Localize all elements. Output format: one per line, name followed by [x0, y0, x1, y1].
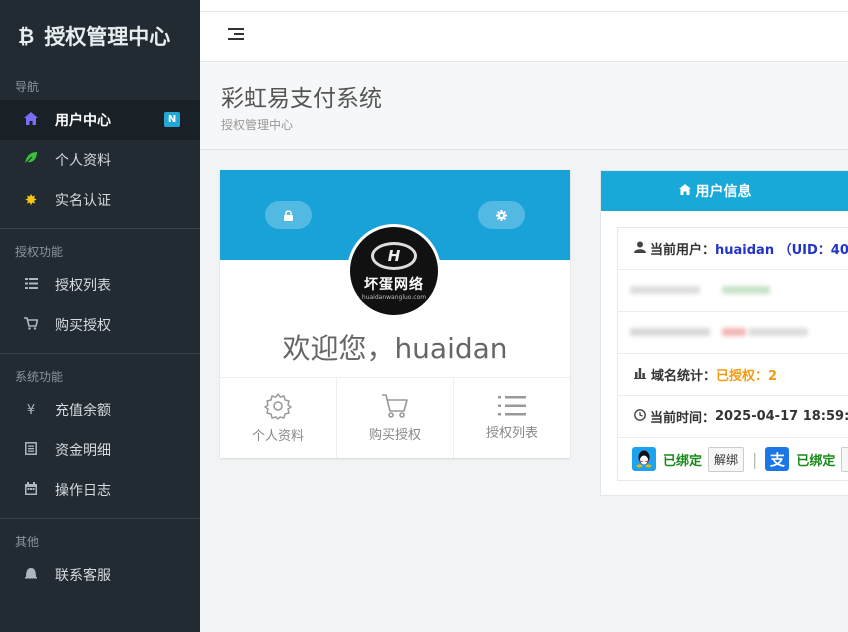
sidebar: ₿ 授权管理中心 导航 用户中心 N 个人资料 ✸ 实名认证 授权功能 授权列表…: [0, 0, 200, 632]
leaf-icon: [22, 151, 40, 169]
cart-outline-icon: [382, 394, 408, 418]
sidebar-item-label: 个人资料: [55, 153, 111, 169]
buy-action-button[interactable]: 购买授权: [337, 378, 454, 458]
sidebar-item-label: 操作日志: [55, 483, 111, 499]
section-title-other: 其他: [15, 534, 40, 549]
ledger-icon: [22, 441, 40, 459]
list-action-label: 授权列表: [485, 426, 538, 441]
sidebar-item-support[interactable]: 联系客服: [0, 555, 200, 595]
redacted-text: [722, 328, 746, 336]
redacted-row: [618, 312, 848, 354]
user-info-header: 用户信息: [601, 171, 848, 211]
qq-bound-status: 已绑定: [663, 453, 703, 469]
sidebar-item-buy-auth[interactable]: 购买授权: [0, 305, 200, 345]
list-action-button[interactable]: 授权列表: [454, 378, 570, 458]
sidebar-item-auth-list[interactable]: 授权列表: [0, 265, 200, 305]
sidebar-item-funds[interactable]: 资金明细: [0, 430, 200, 470]
list-icon: [22, 277, 40, 293]
qq-unbind-button[interactable]: 解绑: [708, 446, 745, 472]
brand-title: 授权管理中心: [44, 25, 171, 49]
buy-action-label: 购买授权: [368, 428, 421, 443]
current-time-label: 当前时间：: [650, 411, 716, 426]
new-badge: N: [164, 112, 180, 127]
bar-chart-icon: [634, 367, 647, 382]
divider: [0, 518, 200, 519]
current-user-value: huaidan （UID：4050: [715, 243, 848, 258]
profile-action-button[interactable]: 个人资料: [220, 378, 337, 458]
profile-action-label: 个人资料: [251, 429, 304, 444]
sun-icon: ✸: [24, 191, 38, 209]
page-header: 彩虹易支付系统 授权管理中心: [200, 62, 848, 150]
avatar-logo-text: 坏蛋网络: [364, 276, 424, 293]
sidebar-item-label: 购买授权: [55, 318, 111, 334]
home-icon: [22, 111, 40, 129]
domain-stats-label: 域名统计：: [651, 369, 717, 384]
logo-mark-icon: H: [371, 241, 417, 270]
sidebar-item-logs[interactable]: 操作日志: [0, 470, 200, 510]
avatar-logo-sub: huaidanwangluo.com: [361, 293, 427, 301]
top-header: [200, 12, 848, 62]
qq-icon: [632, 447, 656, 471]
avatar: H 坏蛋网络 huaidanwangluo.com: [347, 224, 441, 318]
lock-button[interactable]: [265, 201, 312, 229]
gear-icon: [496, 209, 507, 221]
domain-stats-row: 域名统计： 已授权：2: [618, 354, 848, 396]
profile-card: H 坏蛋网络 huaidanwangluo.com 欢迎您，huaidan 个人…: [220, 170, 570, 458]
sidebar-item-user-center[interactable]: 用户中心 N: [0, 100, 200, 140]
current-time-row: 当前时间： 2025-04-17 18:59:52: [618, 396, 848, 438]
domain-stats-value: 已授权：2: [716, 369, 778, 384]
list-outline-icon: [498, 396, 526, 416]
sidebar-item-label: 资金明细: [55, 443, 111, 459]
section-title-auth: 授权功能: [15, 244, 64, 259]
separator: |: [752, 449, 758, 469]
sidebar-item-profile[interactable]: 个人资料: [0, 140, 200, 180]
user-info-title: 用户信息: [695, 184, 752, 200]
sidebar-item-recharge[interactable]: ¥ 充值余额: [0, 390, 200, 430]
user-info-list: 当前用户： huaidan （UID：4050 域名统计： 已授权：2 当前时间…: [617, 227, 848, 481]
alipay-unbind-button[interactable]: 解: [841, 446, 848, 472]
brand[interactable]: ₿ 授权管理中心: [0, 0, 200, 72]
redacted-text: [630, 328, 710, 336]
gear-outline-icon: [264, 393, 292, 420]
yen-icon: ¥: [26, 402, 36, 418]
sidebar-item-label: 用户中心: [55, 113, 111, 129]
redacted-text: [722, 286, 770, 294]
page-title: 彩虹易支付系统: [221, 86, 382, 112]
calendar-icon: [22, 481, 40, 499]
current-user-label: 当前用户：: [650, 243, 716, 258]
profile-actions: 个人资料 购买授权 授权列表: [220, 377, 570, 458]
user-info-panel: 用户信息 当前用户： huaidan （UID：4050 域名统计： 已授权：2: [600, 170, 848, 496]
clock-icon: [634, 409, 646, 424]
current-user-row: 当前用户： huaidan （UID：4050: [618, 228, 848, 270]
sidebar-item-label: 授权列表: [55, 278, 111, 294]
section-title-system: 系统功能: [15, 369, 64, 384]
redacted-text: [630, 286, 700, 294]
sidebar-item-label: 充值余额: [55, 403, 111, 419]
bell-icon: [22, 567, 40, 584]
bitcoin-icon: ₿: [18, 23, 35, 48]
redacted-row: [618, 270, 848, 312]
cart-icon: [22, 316, 40, 334]
divider: [0, 228, 200, 229]
redacted-text: [748, 328, 808, 336]
binding-row: 已绑定 解绑 | 支 已绑定 解: [618, 438, 848, 480]
settings-button[interactable]: [478, 201, 525, 229]
sidebar-item-label: 联系客服: [55, 568, 111, 584]
divider: [0, 353, 200, 354]
sidebar-item-label: 实名认证: [55, 193, 111, 209]
welcome-text: 欢迎您，huaidan: [282, 332, 508, 365]
section-title-nav: 导航: [15, 79, 40, 94]
home-icon: [678, 183, 691, 199]
alipay-icon: 支: [765, 447, 790, 471]
user-icon: [634, 241, 646, 256]
sidebar-item-realname[interactable]: ✸ 实名认证: [0, 180, 200, 220]
alipay-bound-status: 已绑定: [796, 453, 836, 469]
menu-toggle-icon[interactable]: [228, 28, 244, 44]
lock-icon: [284, 209, 293, 221]
current-time-value: 2025-04-17 18:59:52: [715, 409, 848, 424]
page-subtitle: 授权管理中心: [221, 118, 294, 132]
